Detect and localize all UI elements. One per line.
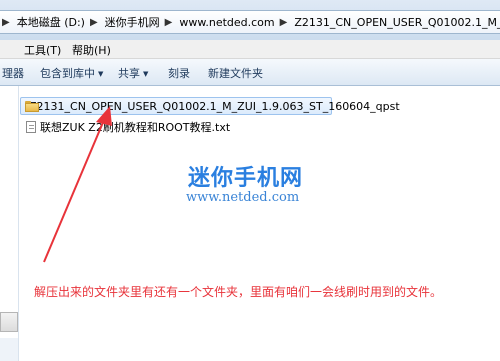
menu-help[interactable]: 帮助(H) <box>68 41 115 59</box>
breadcrumb-item-url-folder[interactable]: www.netded.com <box>176 11 277 33</box>
share-button[interactable]: 共享 ▼ <box>118 65 148 81</box>
file-row-text[interactable]: 联想ZUK Z2刷机教程和ROOT教程.txt <box>20 119 260 135</box>
new-folder-button[interactable]: 新建文件夹 <box>208 65 263 81</box>
breadcrumb-label: 本地磁盘 (D:) <box>16 16 85 29</box>
burn-label: 刻录 <box>168 67 190 80</box>
chevron-right-icon[interactable]: ▶ <box>88 17 102 28</box>
menu-tools[interactable]: 工具(T) <box>20 41 65 59</box>
breadcrumb-item-site-folder[interactable]: 迷你手机网 <box>102 11 163 33</box>
explorer-window: ▶ 本地磁盘 (D:) ▶ 迷你手机网 ▶ www.netded.com ▶ Z… <box>0 0 500 361</box>
breadcrumb-label: Z2131_CN_OPEN_USER_Q01002.1_M_ZUI_1.9.06… <box>294 15 500 29</box>
breadcrumb-label: 迷你手机网 <box>104 16 160 29</box>
organize-label: 理器 <box>2 67 24 80</box>
burn-button[interactable]: 刻录 <box>168 65 190 81</box>
dropdown-arrow-icon: ▼ <box>98 70 104 78</box>
dropdown-arrow-icon: ▼ <box>143 70 149 78</box>
nav-scroll-thumb[interactable] <box>0 312 18 332</box>
breadcrumb-item-drive[interactable]: 本地磁盘 (D:) <box>14 11 88 33</box>
annotation-text: 解压出来的文件夹里有还有一个文件夹，里面有咱们一会线刷时用到的文件。 <box>34 285 443 299</box>
text-file-icon <box>26 121 36 133</box>
chevron-right-icon[interactable]: ▶ <box>0 17 14 28</box>
menu-bar: 工具(T) 帮助(H) <box>0 40 500 59</box>
watermark-title: 迷你手机网 <box>188 166 304 191</box>
file-name: Z2131_CN_OPEN_USER_Q01002.1_M_ZUI_1.9.06… <box>29 99 400 113</box>
share-label: 共享 <box>118 67 140 80</box>
file-name: 联想ZUK Z2刷机教程和ROOT教程.txt <box>40 121 231 134</box>
include-in-library-label: 包含到库中 <box>40 67 95 80</box>
breadcrumb-label: www.netded.com <box>179 15 275 29</box>
file-row-folder[interactable]: Z2131_CN_OPEN_USER_Q01002.1_M_ZUI_1.9.06… <box>20 97 400 115</box>
command-bar: 理器 包含到库中 ▼ 共享 ▼ 刻录 新建文件夹 <box>0 59 500 86</box>
include-in-library-button[interactable]: 包含到库中 ▼ <box>40 65 103 81</box>
nav-pane-footer <box>0 338 18 361</box>
address-bar: ▶ 本地磁盘 (D:) ▶ 迷你手机网 ▶ www.netded.com ▶ Z… <box>0 0 500 40</box>
chevron-right-icon[interactable]: ▶ <box>163 17 177 28</box>
watermark-url: www.netded.com <box>186 190 300 205</box>
new-folder-label: 新建文件夹 <box>208 67 263 80</box>
breadcrumb-item-current-folder[interactable]: Z2131_CN_OPEN_USER_Q01002.1_M_ZUI_1.9.06… <box>291 11 500 33</box>
organize-button[interactable]: 理器 <box>2 65 24 81</box>
chevron-right-icon[interactable]: ▶ <box>278 17 292 28</box>
breadcrumb[interactable]: ▶ 本地磁盘 (D:) ▶ 迷你手机网 ▶ www.netded.com ▶ Z… <box>0 10 500 34</box>
